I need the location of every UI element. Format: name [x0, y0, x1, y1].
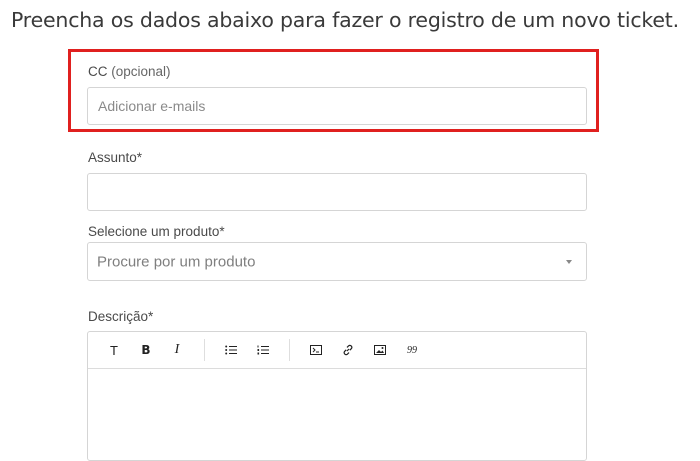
chevron-down-icon[interactable] [566, 260, 572, 264]
quote-icon[interactable]: 99 [402, 340, 422, 360]
product-select[interactable]: Procure por um produto [87, 242, 587, 281]
subject-input[interactable] [87, 173, 587, 211]
bold-icon[interactable]: B [136, 340, 156, 360]
toolbar-divider [204, 339, 205, 361]
numbered-list-icon[interactable] [253, 340, 273, 360]
product-label: Selecione um produto* [88, 224, 225, 239]
link-icon[interactable] [338, 340, 358, 360]
image-icon[interactable] [370, 340, 390, 360]
description-label: Descrição* [88, 309, 154, 324]
cc-email-input[interactable]: Adicionar e-mails [87, 87, 587, 125]
cc-label-text: CC [88, 64, 108, 79]
product-placeholder: Procure por um produto [97, 253, 256, 270]
cc-placeholder: Adicionar e-mails [98, 98, 206, 114]
editor-toolbar: T B I 99 [88, 332, 586, 369]
cc-optional-label: (opcional) [111, 64, 171, 79]
toolbar-divider [289, 339, 290, 361]
italic-icon[interactable]: I [167, 340, 187, 360]
subject-label: Assunto* [88, 150, 143, 165]
text-style-icon[interactable]: T [104, 340, 124, 360]
code-block-icon[interactable] [306, 340, 326, 360]
cc-label: CC (opcional) [88, 64, 171, 79]
bullet-list-icon[interactable] [221, 340, 241, 360]
page-title: Preencha os dados abaixo para fazer o re… [11, 8, 679, 32]
